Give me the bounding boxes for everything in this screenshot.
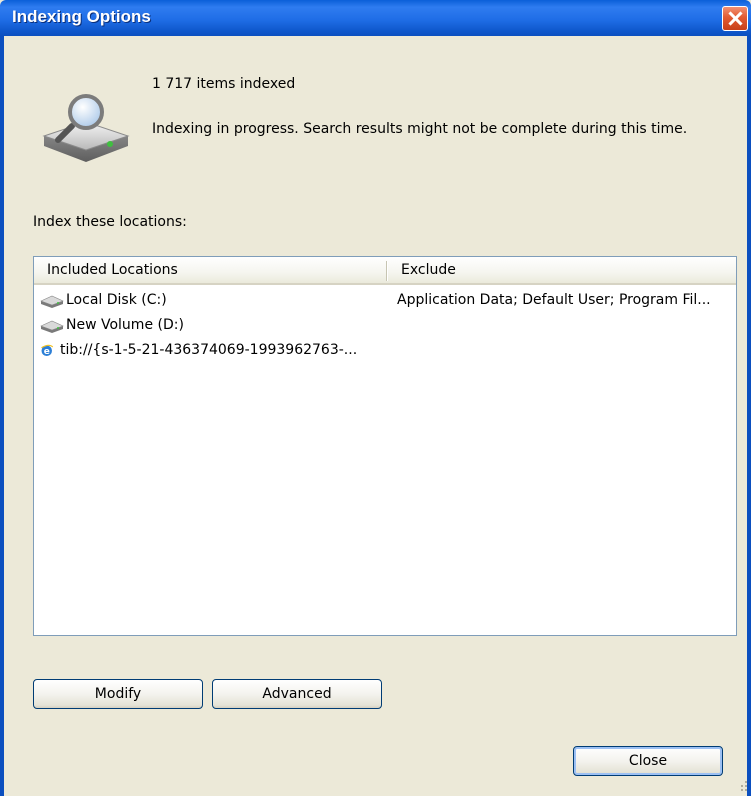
close-button[interactable]: Close	[573, 746, 723, 776]
location-name: Local Disk (C:)	[66, 292, 167, 308]
indexing-disk-magnifier-icon	[42, 94, 130, 162]
svg-text:e: e	[44, 347, 50, 357]
drive-icon	[40, 320, 64, 333]
window-frame-left	[0, 36, 4, 796]
location-name: New Volume (D:)	[66, 317, 184, 333]
modify-button[interactable]: Modify	[33, 679, 203, 709]
column-header-included[interactable]: Included Locations	[47, 262, 178, 278]
column-header-exclude[interactable]: Exclude	[401, 262, 456, 278]
resize-grip-icon[interactable]	[738, 780, 748, 792]
included-locations-list[interactable]: Included Locations Exclude Local Disk (C…	[33, 256, 737, 636]
close-x-icon[interactable]	[722, 6, 748, 31]
location-row-new-volume-d[interactable]: New Volume (D:)	[34, 314, 736, 337]
location-row-local-disk-c[interactable]: Local Disk (C:) Application Data; Defaul…	[34, 289, 736, 312]
internet-explorer-icon: e	[41, 344, 54, 357]
items-indexed-count: 1 717 items indexed	[152, 76, 296, 92]
title-bar: Indexing Options	[0, 0, 751, 36]
column-divider[interactable]	[386, 261, 387, 281]
indexing-status-message: Indexing in progress. Search results mig…	[152, 121, 688, 137]
location-row-tib[interactable]: e tib://{s-1-5-21-436374069-1993962763-.…	[34, 339, 736, 362]
location-exclude: Application Data; Default User; Program …	[397, 292, 711, 308]
location-name: tib://{s-1-5-21-436374069-1993962763-...	[60, 342, 358, 358]
window-frame-right	[747, 36, 751, 796]
window-title: Indexing Options	[12, 7, 151, 26]
index-locations-label: Index these locations:	[33, 214, 187, 230]
drive-icon	[40, 295, 64, 308]
advanced-button[interactable]: Advanced	[212, 679, 382, 709]
list-header: Included Locations Exclude	[34, 257, 736, 285]
